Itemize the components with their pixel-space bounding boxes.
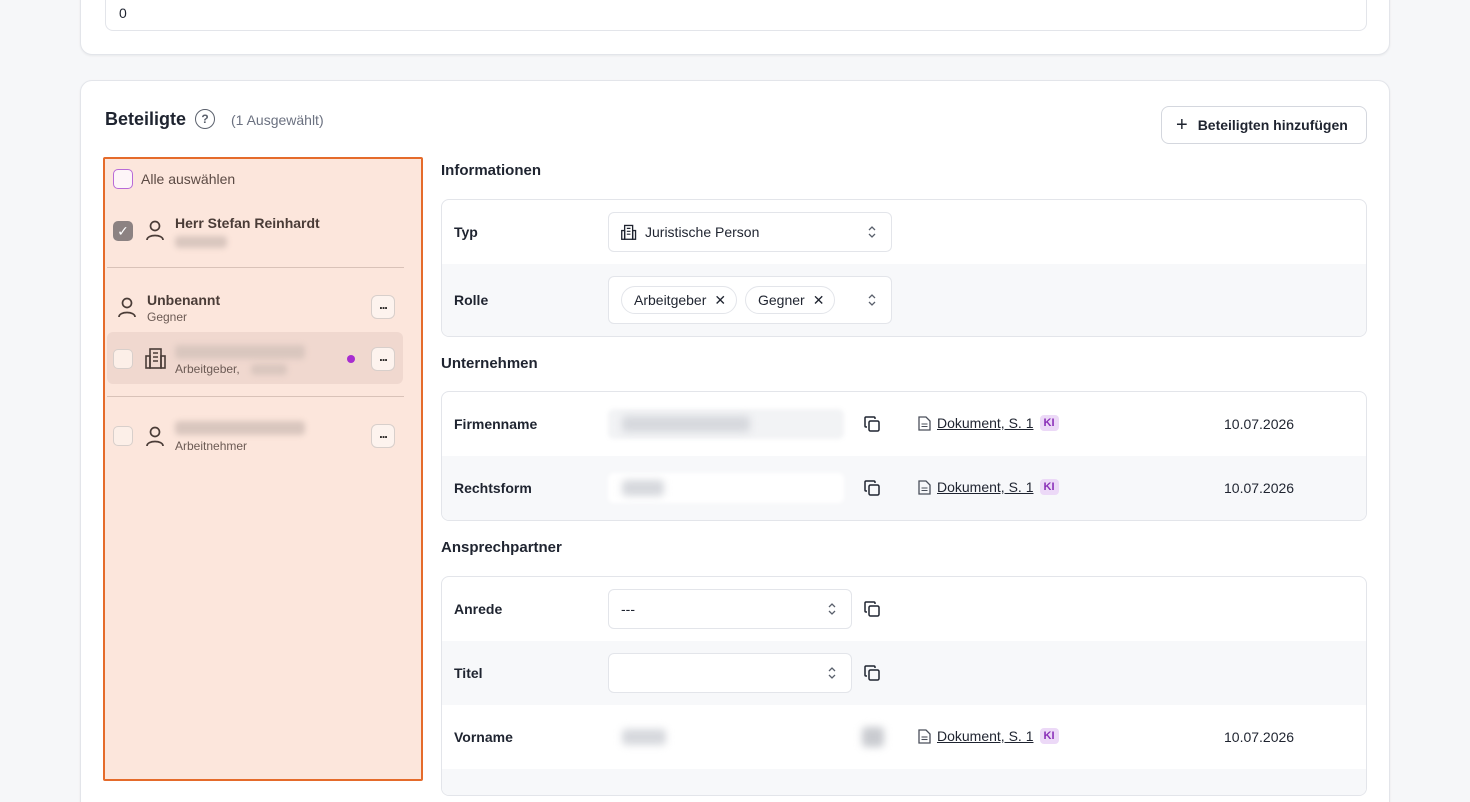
participant-role-4: Arbeitnehmer [175,439,248,453]
rolle-row: Rolle Arbeitgeber ✕ Gegner ✕ [442,264,1366,336]
copy-icon[interactable] [864,416,880,432]
firmenname-row: Firmenname Dokument, S. 1 KI 10.07.2026 [442,392,1366,456]
typ-select[interactable]: Juristische Person [608,212,892,252]
selected-count: (1 Ausgewählt) [231,112,324,128]
source-link-text: Dokument, S. 1 [937,415,1034,431]
help-icon[interactable]: ? [195,109,215,129]
rolle-chip-label: Gegner [758,292,805,308]
rechtsform-label: Rechtsform [454,480,532,496]
participant-menu-button-2[interactable]: ... [371,295,395,319]
firmenname-date: 10.07.2026 [1224,416,1295,432]
chevron-updown-icon [868,294,876,306]
titel-row: Titel [442,641,1366,705]
person-icon [118,297,136,318]
add-participant-button[interactable]: + Beteiligten hinzufügen [1161,106,1367,144]
unsaved-indicator-dot [347,355,355,363]
rolle-multiselect[interactable]: Arbeitgeber ✕ Gegner ✕ [608,276,892,324]
chevron-updown-icon [828,603,836,615]
unternehmen-box: Firmenname Dokument, S. 1 KI 10.07.2026 … [441,391,1367,521]
firmenname-label: Firmenname [454,416,538,432]
typ-value: Juristische Person [645,224,760,240]
list-divider [107,396,404,397]
previous-card: 0 [80,0,1390,55]
participant-role-blurred-3 [251,364,287,375]
vorname-label: Vorname [454,729,513,745]
rechtsform-date: 10.07.2026 [1224,480,1295,496]
rolle-chip-gegner[interactable]: Gegner ✕ [745,286,836,314]
participant-checkbox-3[interactable] [113,349,133,369]
top-number-value: 0 [119,5,127,21]
participant-name-blurred-4 [175,421,305,435]
participants-list: Alle auswählen ✓ Herr Stefan Reinhardt U… [103,157,423,781]
participant-name-1[interactable]: Herr Stefan Reinhardt [175,215,320,231]
firmenname-value-blurred [622,416,750,432]
rechtsform-value-blurred [622,480,664,496]
remove-chip-icon[interactable]: ✕ [714,292,726,309]
participant-role-2: Gegner [147,310,188,324]
copy-icon[interactable] [864,480,880,496]
participant-role-3: Arbeitgeber, [175,362,240,376]
next-row-partial [442,769,1366,795]
chevron-updown-icon [828,667,836,679]
firmenname-source-link[interactable]: Dokument, S. 1 KI [918,415,1059,431]
select-all-label[interactable]: Alle auswählen [141,171,235,187]
typ-label: Typ [454,224,478,240]
titel-select[interactable] [608,653,852,693]
rechtsform-source-link[interactable]: Dokument, S. 1 KI [918,479,1059,495]
rolle-chip-arbeitgeber[interactable]: Arbeitgeber ✕ [621,286,738,314]
ki-badge: KI [1039,728,1059,744]
typ-row: Typ Juristische Person [442,200,1366,264]
ansprechpartner-title: Ansprechpartner [441,539,562,556]
document-icon [918,728,931,744]
building-icon [145,348,166,369]
vorname-value-blurred [622,729,666,745]
anrede-select[interactable]: --- [608,589,852,629]
person-icon [146,426,164,447]
participants-card: Beteiligte ? (1 Ausgewählt) + Beteiligte… [80,80,1390,802]
person-icon [146,220,164,241]
add-participant-label: Beteiligten hinzufügen [1197,117,1348,133]
vorname-source-link[interactable]: Dokument, S. 1 KI [918,728,1059,744]
anrede-row: Anrede --- [442,577,1366,641]
top-number-field[interactable]: 0 [105,0,1367,31]
remove-chip-icon[interactable]: ✕ [813,292,825,309]
informationen-title: Informationen [441,162,541,179]
copy-icon[interactable] [864,665,880,681]
source-link-text: Dokument, S. 1 [937,479,1034,495]
select-all-checkbox[interactable] [113,169,133,189]
chevron-updown-icon [868,226,876,238]
ki-badge: KI [1039,415,1059,431]
document-icon [918,479,931,495]
rolle-label: Rolle [454,292,489,308]
section-title: Beteiligte [105,109,187,129]
participant-checkbox-4[interactable] [113,426,133,446]
unternehmen-title: Unternehmen [441,355,538,372]
vorname-date: 10.07.2026 [1224,729,1295,745]
titel-label: Titel [454,665,483,681]
participant-name-2[interactable]: Unbenannt [147,292,220,308]
copy-icon[interactable] [864,601,880,617]
vorname-row: Vorname Dokument, S. 1 KI 10.07.2026 [442,705,1366,769]
ansprechpartner-box: Anrede --- Titel Vorname Dokument, S. 1 … [441,576,1367,796]
participant-checkbox-1[interactable]: ✓ [113,221,133,241]
source-link-text: Dokument, S. 1 [937,728,1034,744]
document-icon [918,415,931,431]
participant-menu-button-4[interactable]: ... [371,424,395,448]
list-divider [107,267,404,268]
informationen-box: Typ Juristische Person Rolle Arbeitgeber… [441,199,1367,337]
participant-sub-blurred-1 [175,236,227,248]
rechtsform-row: Rechtsform Dokument, S. 1 KI 10.07.2026 [442,456,1366,520]
anrede-value: --- [621,601,635,617]
plus-icon: + [1176,114,1188,136]
rolle-chip-label: Arbeitgeber [634,292,707,308]
ki-badge: KI [1039,479,1059,495]
building-icon [621,224,637,240]
anrede-label: Anrede [454,601,503,617]
participant-name-blurred-3 [175,345,305,359]
copy-icon-blurred[interactable] [862,727,884,747]
participant-menu-button-3[interactable]: ... [371,347,395,371]
